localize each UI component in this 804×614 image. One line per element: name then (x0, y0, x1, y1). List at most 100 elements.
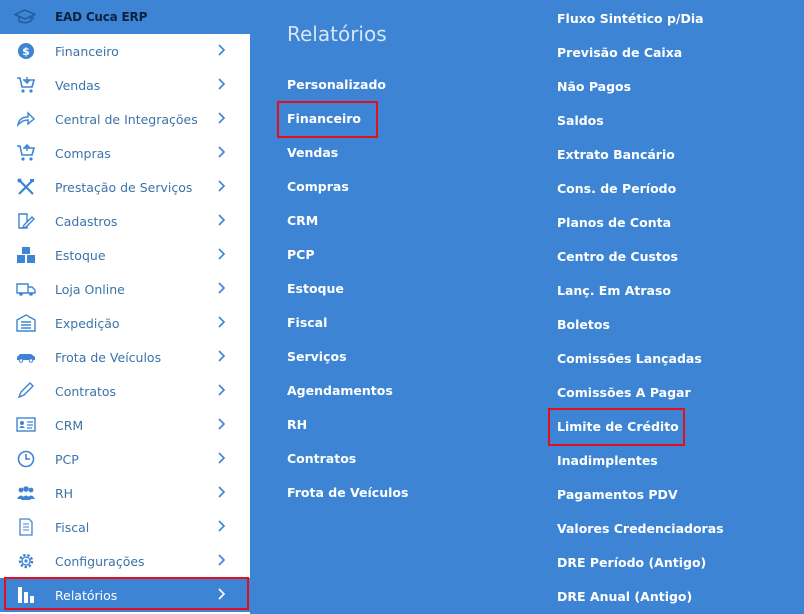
chevron-right-icon (216, 383, 226, 397)
svg-text:$: $ (22, 45, 30, 58)
sidebar-item-label: Financeiro (55, 44, 119, 59)
id-card-icon (16, 416, 36, 434)
app-title: EAD Cuca ERP (55, 10, 148, 24)
sidebar-item-expedicao[interactable]: Expedição (0, 306, 250, 340)
document-icon (16, 518, 36, 536)
report-extrato-bancario[interactable]: Extrato Bancário (557, 147, 675, 162)
report-previsao-caixa[interactable]: Previsão de Caixa (557, 45, 682, 60)
sidebar-item-frota-veiculos[interactable]: Frota de Veículos (0, 340, 250, 374)
report-category-rh[interactable]: RH (287, 417, 307, 432)
chevron-right-icon (216, 111, 226, 125)
sidebar-item-label: Relatórios (55, 588, 118, 603)
report-inadimplentes[interactable]: Inadimplentes (557, 453, 658, 468)
sidebar-item-label: Frota de Veículos (55, 350, 162, 365)
sidebar-item-label: Loja Online (55, 282, 125, 297)
sidebar-item-label: Estoque (55, 248, 106, 263)
sidebar-item-label: Prestação de Serviços (55, 180, 193, 195)
report-category-frota-veiculos[interactable]: Frota de Veículos (287, 485, 408, 500)
report-boletos[interactable]: Boletos (557, 317, 610, 332)
chevron-right-icon (216, 145, 226, 159)
report-limite-credito[interactable]: Limite de Crédito (557, 419, 679, 434)
sidebar-item-relatorios[interactable]: Relatórios (0, 578, 250, 612)
report-category-servicos[interactable]: Serviços (287, 349, 347, 364)
sidebar-item-label: Contratos (55, 384, 117, 399)
chevron-right-icon (216, 77, 226, 91)
report-saldos[interactable]: Saldos (557, 113, 604, 128)
sidebar-item-label: Compras (55, 146, 111, 161)
graduation-cap-icon (13, 9, 37, 25)
truck-icon (16, 280, 36, 298)
share-icon (16, 110, 36, 128)
report-category-compras[interactable]: Compras (287, 179, 349, 194)
sidebar-item-label: Fiscal (55, 520, 90, 535)
users-icon (16, 484, 36, 502)
chevron-right-icon (216, 553, 226, 567)
report-comissoes-lancadas[interactable]: Comissões Lançadas (557, 351, 702, 366)
sidebar: EAD Cuca ERP $ Financeiro Vendas Central… (0, 0, 250, 614)
report-category-agendamentos[interactable]: Agendamentos (287, 383, 393, 398)
report-category-pcp[interactable]: PCP (287, 247, 315, 262)
page-title: Relatórios (287, 22, 387, 46)
sidebar-item-label: PCP (55, 452, 79, 467)
sidebar-item-label: Expedição (55, 316, 120, 331)
chevron-right-icon (216, 179, 226, 193)
report-planos-conta[interactable]: Planos de Conta (557, 215, 671, 230)
sidebar-item-compras[interactable]: Compras (0, 136, 250, 170)
sidebar-item-label: Configurações (55, 554, 145, 569)
sidebar-item-pcp[interactable]: PCP (0, 442, 250, 476)
sidebar-item-label: Central de Integrações (55, 112, 198, 127)
sidebar-item-configuracoes[interactable]: Configurações (0, 544, 250, 578)
report-fluxo-sintetico[interactable]: Fluxo Sintético p/Dia (557, 11, 704, 26)
chevron-right-icon (216, 43, 226, 57)
sidebar-item-estoque[interactable]: Estoque (0, 238, 250, 272)
sidebar-item-central-integracoes[interactable]: Central de Integrações (0, 102, 250, 136)
report-category-personalizado[interactable]: Personalizado (287, 77, 386, 92)
car-icon (16, 348, 36, 366)
sidebar-item-vendas[interactable]: Vendas (0, 68, 250, 102)
report-centro-custos[interactable]: Centro de Custos (557, 249, 678, 264)
sidebar-item-label: RH (55, 486, 74, 501)
cart-icon (16, 76, 36, 94)
report-lanc-atraso[interactable]: Lanç. Em Atraso (557, 283, 671, 298)
chevron-right-icon (216, 281, 226, 295)
sidebar-item-fiscal[interactable]: Fiscal (0, 510, 250, 544)
sidebar-item-cadastros[interactable]: Cadastros (0, 204, 250, 238)
report-nao-pagos[interactable]: Não Pagos (557, 79, 631, 94)
chevron-right-icon (216, 417, 226, 431)
chevron-right-icon (216, 247, 226, 261)
report-comissoes-pagar[interactable]: Comissões A Pagar (557, 385, 691, 400)
report-category-contratos[interactable]: Contratos (287, 451, 356, 466)
sidebar-item-crm[interactable]: CRM (0, 408, 250, 442)
report-cons-periodo[interactable]: Cons. de Período (557, 181, 676, 196)
report-dre-periodo[interactable]: DRE Período (Antigo) (557, 555, 706, 570)
pen-icon (16, 382, 36, 400)
report-pagamentos-pdv[interactable]: Pagamentos PDV (557, 487, 678, 502)
cart-icon (16, 144, 36, 162)
sidebar-item-financeiro[interactable]: $ Financeiro (0, 34, 250, 68)
report-dre-anual[interactable]: DRE Anual (Antigo) (557, 589, 692, 604)
edit-icon (16, 212, 36, 230)
sidebar-header: EAD Cuca ERP (0, 0, 250, 34)
bar-chart-icon (16, 586, 36, 604)
clock-icon (16, 450, 36, 468)
sidebar-item-loja-online[interactable]: Loja Online (0, 272, 250, 306)
report-category-fiscal[interactable]: Fiscal (287, 315, 327, 330)
report-category-vendas[interactable]: Vendas (287, 145, 338, 160)
report-category-crm[interactable]: CRM (287, 213, 318, 228)
dollar-icon: $ (16, 42, 36, 60)
sidebar-item-label: Vendas (55, 78, 101, 93)
report-category-estoque[interactable]: Estoque (287, 281, 344, 296)
sidebar-item-rh[interactable]: RH (0, 476, 250, 510)
report-category-financeiro[interactable]: Financeiro (287, 111, 361, 126)
chevron-right-icon (216, 485, 226, 499)
sidebar-item-prestacao-servicos[interactable]: Prestação de Serviços (0, 170, 250, 204)
chevron-right-icon (216, 519, 226, 533)
tools-icon (16, 178, 36, 196)
chevron-right-icon (216, 315, 226, 329)
gear-icon (16, 552, 36, 570)
warehouse-icon (16, 314, 36, 332)
sidebar-item-contratos[interactable]: Contratos (0, 374, 250, 408)
boxes-icon (16, 246, 36, 264)
chevron-right-icon (216, 587, 226, 601)
report-valores-credenciadoras[interactable]: Valores Credenciadoras (557, 521, 724, 536)
